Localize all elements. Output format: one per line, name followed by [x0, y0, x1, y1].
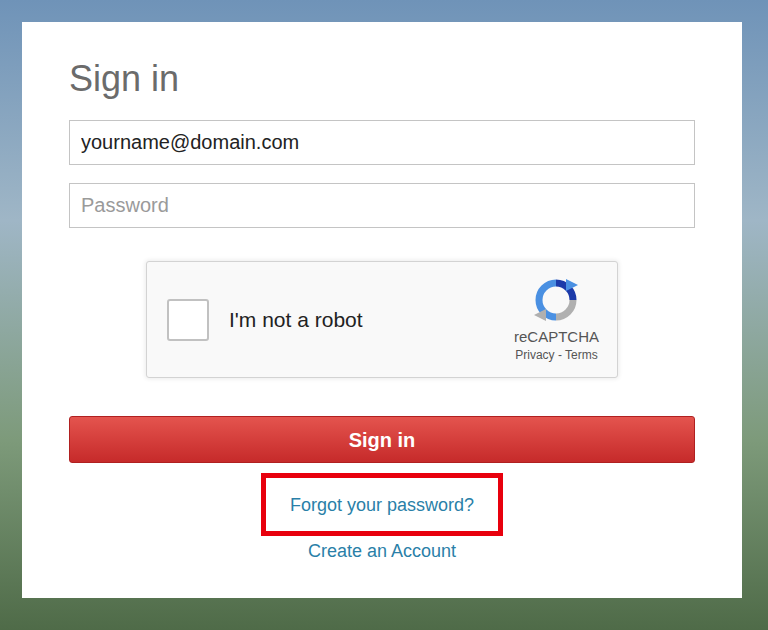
email-input[interactable] — [69, 120, 695, 165]
recaptcha-checkbox[interactable] — [167, 299, 209, 341]
link[interactable]: Create an Account — [308, 541, 456, 561]
recaptcha-label: I'm not a robot — [229, 304, 514, 336]
recaptcha-logo-icon — [532, 277, 580, 323]
link-row: Create an Account — [308, 540, 456, 564]
sign-in-title: Sign in — [69, 56, 695, 102]
recaptcha-links[interactable]: Privacy - Terms — [515, 347, 597, 363]
recaptcha-brand: reCAPTCHA — [514, 327, 599, 347]
sign-in-card: Sign in I'm not a robotreCAPTCHAPrivacy -… — [22, 22, 742, 598]
password-input[interactable] — [69, 183, 695, 228]
highlight-box: Forgot your password? — [261, 473, 503, 536]
link[interactable]: Forgot your password? — [290, 494, 474, 516]
sign-in-button[interactable]: Sign in — [69, 416, 695, 463]
recaptcha-box: I'm not a robotreCAPTCHAPrivacy - Terms — [146, 261, 618, 378]
page: Sign in I'm not a robotreCAPTCHAPrivacy -… — [0, 0, 768, 630]
